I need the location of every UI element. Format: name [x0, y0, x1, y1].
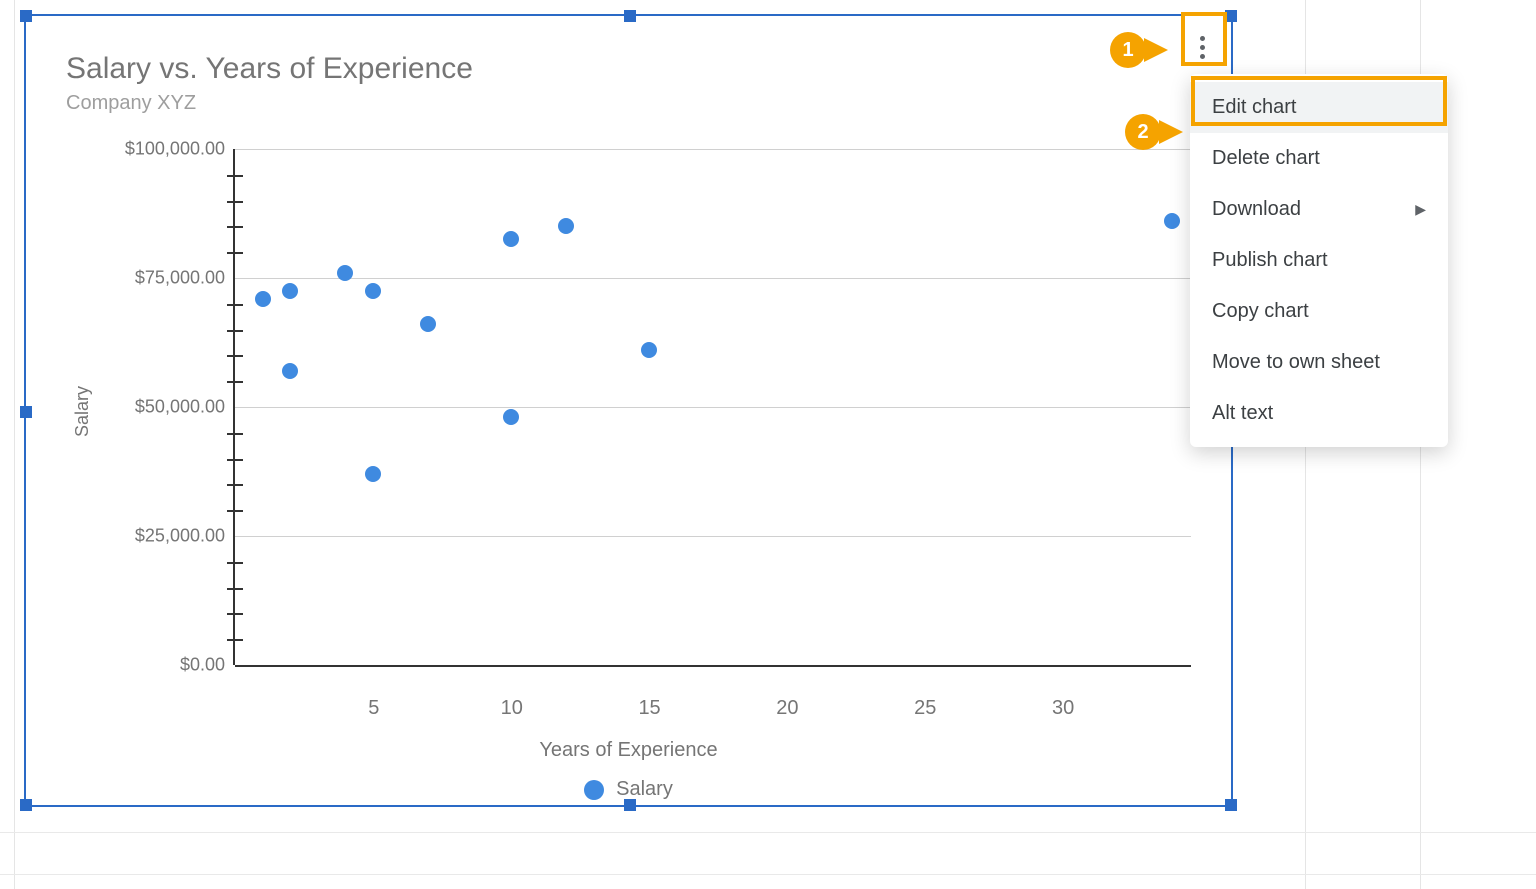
- y-minor-tick: [227, 484, 243, 486]
- chart-legend: Salary: [66, 778, 1191, 801]
- data-point: [365, 283, 381, 299]
- y-minor-tick: [227, 459, 243, 461]
- y-axis-title: Salary: [66, 131, 93, 691]
- menu-item-alt-text[interactable]: Alt text: [1190, 388, 1448, 439]
- chart-context-menu: Edit chart Delete chart Download ▶ Publish c…: [1190, 74, 1448, 447]
- x-tick-label: 10: [501, 697, 523, 720]
- resize-handle-top-right[interactable]: [1225, 10, 1237, 22]
- data-point: [503, 409, 519, 425]
- menu-item-label: Move to own sheet: [1212, 351, 1380, 374]
- y-minor-tick: [227, 226, 243, 228]
- plot-area: [233, 131, 1191, 691]
- y-minor-tick: [227, 562, 243, 564]
- menu-item-label: Delete chart: [1212, 147, 1320, 170]
- tutorial-callout-1: 1: [1110, 32, 1146, 68]
- x-axis-tick-labels: 5 10 15 20 25 30: [236, 691, 1191, 727]
- menu-item-move-to-own-sheet[interactable]: Move to own sheet: [1190, 337, 1448, 388]
- menu-item-publish-chart[interactable]: Publish chart: [1190, 235, 1448, 286]
- y-minor-tick: [227, 639, 243, 641]
- tutorial-callout-2: 2: [1125, 114, 1161, 150]
- x-tick-label: 25: [914, 697, 936, 720]
- data-point: [558, 218, 574, 234]
- data-point: [420, 316, 436, 332]
- x-tick-label: 30: [1052, 697, 1074, 720]
- y-minor-tick: [227, 201, 243, 203]
- y-minor-tick: [227, 381, 243, 383]
- y-minor-tick: [227, 330, 243, 332]
- x-axis-title: Years of Experience: [66, 739, 1191, 762]
- resize-handle-middle-left[interactable]: [20, 406, 32, 418]
- resize-handle-bottom-middle[interactable]: [624, 799, 636, 811]
- menu-item-label: Download: [1212, 198, 1301, 221]
- resize-handle-bottom-right[interactable]: [1225, 799, 1237, 811]
- gridline: [235, 665, 1191, 667]
- y-minor-tick: [227, 304, 243, 306]
- resize-handle-top-middle[interactable]: [624, 10, 636, 22]
- gridline: [235, 278, 1191, 279]
- x-tick-label: 20: [776, 697, 798, 720]
- data-point: [1164, 213, 1180, 229]
- y-minor-tick: [227, 433, 243, 435]
- y-minor-tick: [227, 588, 243, 590]
- data-point: [282, 363, 298, 379]
- resize-handle-top-left[interactable]: [20, 10, 32, 22]
- chart-object[interactable]: Salary vs. Years of Experience Company X…: [24, 14, 1233, 807]
- data-point: [337, 265, 353, 281]
- data-point: [255, 291, 271, 307]
- x-tick-label: 5: [368, 697, 379, 720]
- menu-item-label: Copy chart: [1212, 300, 1309, 323]
- menu-item-delete-chart[interactable]: Delete chart: [1190, 133, 1448, 184]
- data-point: [365, 466, 381, 482]
- gridline: [235, 149, 1191, 150]
- menu-item-edit-chart[interactable]: Edit chart: [1190, 82, 1448, 133]
- chart-title: Salary vs. Years of Experience: [66, 52, 1191, 86]
- y-minor-tick: [227, 613, 243, 615]
- chart-subtitle: Company XYZ: [66, 92, 1191, 115]
- menu-item-label: Publish chart: [1212, 249, 1328, 272]
- data-point: [503, 231, 519, 247]
- gridline: [235, 536, 1191, 537]
- legend-swatch: [584, 780, 604, 800]
- y-tick-label: $100,000.00: [125, 139, 225, 160]
- data-point: [282, 283, 298, 299]
- menu-item-copy-chart[interactable]: Copy chart: [1190, 286, 1448, 337]
- y-tick-label: $0.00: [180, 655, 225, 676]
- submenu-caret-icon: ▶: [1415, 201, 1426, 218]
- y-axis-tick-labels: $0.00 $25,000.00 $50,000.00 $75,000.00 $100,…: [93, 131, 233, 691]
- y-tick-label: $75,000.00: [135, 268, 225, 289]
- legend-label: Salary: [616, 778, 673, 801]
- menu-item-label: Alt text: [1212, 402, 1273, 425]
- y-tick-label: $50,000.00: [135, 397, 225, 418]
- x-tick-label: 15: [638, 697, 660, 720]
- menu-item-download[interactable]: Download ▶: [1190, 184, 1448, 235]
- y-minor-tick: [227, 175, 243, 177]
- y-tick-label: $25,000.00: [135, 526, 225, 547]
- y-minor-tick: [227, 355, 243, 357]
- data-point: [641, 342, 657, 358]
- menu-item-label: Edit chart: [1212, 96, 1296, 119]
- y-minor-tick: [227, 510, 243, 512]
- more-vertical-icon: [1200, 34, 1205, 61]
- y-minor-tick: [227, 252, 243, 254]
- gridline: [235, 407, 1191, 408]
- chart-more-options-button[interactable]: [1185, 30, 1219, 64]
- resize-handle-bottom-left[interactable]: [20, 799, 32, 811]
